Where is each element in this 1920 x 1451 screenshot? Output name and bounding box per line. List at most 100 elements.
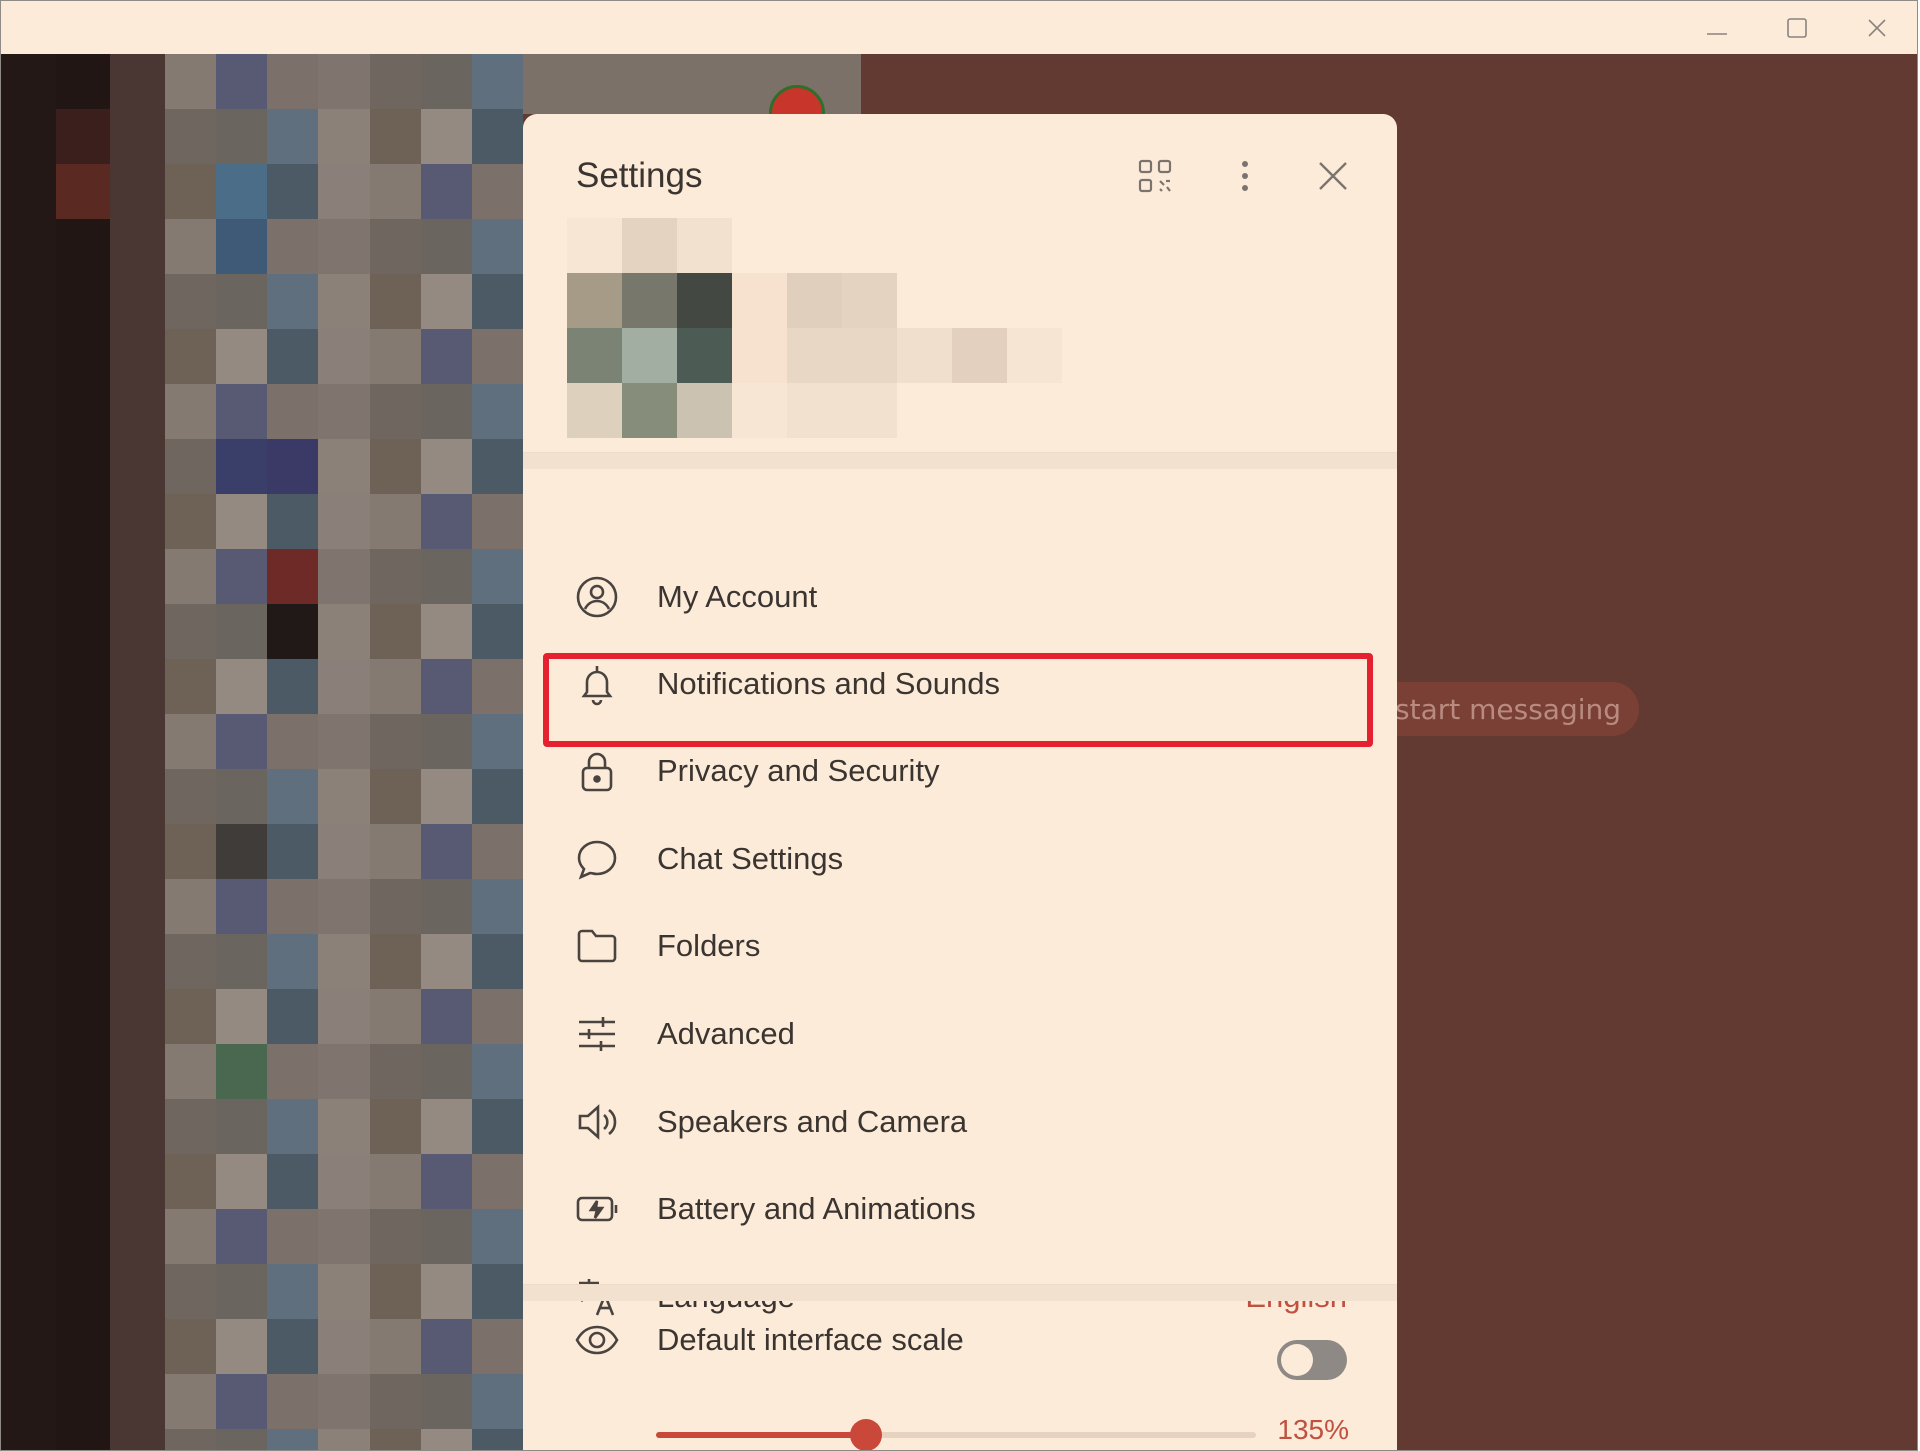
default-scale-toggle[interactable] (1277, 1340, 1347, 1380)
profile-mosaic-cell (952, 218, 1007, 273)
mosaic-cell (318, 1429, 370, 1450)
mosaic-cell (1, 879, 56, 934)
mosaic-cell (1, 109, 56, 164)
mosaic-cell (55, 824, 111, 879)
mosaic-cell (165, 714, 217, 769)
profile-mosaic-cell (677, 218, 732, 273)
mosaic-cell (55, 1429, 111, 1450)
profile-mosaic-cell (897, 273, 952, 328)
section-divider (523, 452, 1397, 469)
mosaic-cell (110, 109, 165, 164)
mosaic-cell (318, 1209, 370, 1264)
mosaic-cell (216, 549, 268, 604)
mosaic-cell (267, 549, 319, 604)
mosaic-cell (318, 659, 370, 714)
profile-card-pixelated[interactable] (567, 218, 1062, 438)
qr-code-button[interactable] (1131, 152, 1179, 200)
mosaic-cell (369, 989, 421, 1044)
mosaic-cell (369, 604, 421, 659)
window-close-button[interactable] (1855, 9, 1899, 47)
close-icon (1868, 19, 1886, 37)
mosaic-cell (471, 1374, 523, 1429)
close-dialog-button[interactable] (1309, 152, 1357, 200)
mosaic-cell (369, 274, 421, 329)
mosaic-cell (165, 879, 217, 934)
mosaic-cell (471, 934, 523, 989)
profile-mosaic-cell (897, 383, 952, 438)
menu-item-battery-animations[interactable]: Battery and Animations (545, 1166, 1375, 1252)
mosaic-cell (1, 1319, 56, 1374)
mosaic-cell (318, 1319, 370, 1374)
mosaic-cell (55, 109, 111, 164)
mosaic-cell (216, 989, 268, 1044)
profile-mosaic-cell (732, 328, 787, 383)
mosaic-cell (318, 714, 370, 769)
mosaic-cell (165, 1374, 217, 1429)
mosaic-cell (110, 54, 165, 109)
menu-item-chat-settings[interactable]: Chat Settings (545, 816, 1375, 902)
mosaic-cell (1, 1264, 56, 1319)
mosaic-cell (55, 1264, 111, 1319)
mosaic-cell (420, 659, 472, 714)
slider-fill (656, 1432, 866, 1438)
mosaic-cell (369, 879, 421, 934)
mosaic-cell (1, 604, 56, 659)
mosaic-cell (267, 439, 319, 494)
more-options-button[interactable] (1221, 152, 1269, 200)
mosaic-cell (369, 824, 421, 879)
menu-item-notifications[interactable]: Notifications and Sounds (545, 641, 1375, 727)
menu-item-privacy-security[interactable]: Privacy and Security (545, 728, 1375, 814)
mosaic-cell (267, 384, 319, 439)
mosaic-cell (471, 1044, 523, 1099)
mosaic-cell (420, 989, 472, 1044)
menu-item-advanced[interactable]: Advanced (545, 991, 1375, 1077)
mosaic-cell (110, 1154, 165, 1209)
mosaic-cell (55, 494, 111, 549)
more-vertical-icon (1242, 161, 1248, 191)
mosaic-cell (420, 1099, 472, 1154)
mosaic-cell (110, 934, 165, 989)
mosaic-cell (369, 1264, 421, 1319)
mosaic-cell (420, 824, 472, 879)
mosaic-cell (165, 1209, 217, 1264)
maximize-button[interactable] (1775, 9, 1819, 47)
mosaic-cell (55, 659, 111, 714)
eye-icon (575, 1318, 619, 1362)
mosaic-cell (369, 1044, 421, 1099)
mosaic-cell (55, 1209, 111, 1264)
interface-scale-slider[interactable] (656, 1419, 1256, 1450)
mosaic-cell (165, 54, 217, 109)
mosaic-cell (318, 164, 370, 219)
mosaic-cell (318, 1044, 370, 1099)
mosaic-cell (216, 1099, 268, 1154)
mosaic-cell (1, 714, 56, 769)
minimize-button[interactable] (1695, 9, 1739, 47)
mosaic-cell (110, 1319, 165, 1374)
profile-mosaic-cell (567, 218, 622, 273)
mosaic-cell (420, 714, 472, 769)
mosaic-cell (55, 164, 111, 219)
mosaic-cell (110, 219, 165, 274)
mosaic-cell (1, 329, 56, 384)
mosaic-cell (165, 1099, 217, 1154)
menu-item-speakers-camera[interactable]: Speakers and Camera (545, 1079, 1375, 1165)
profile-mosaic-cell (1007, 273, 1062, 328)
menu-item-my-account[interactable]: My Account (545, 554, 1375, 640)
mosaic-cell (267, 604, 319, 659)
mosaic-cell (216, 219, 268, 274)
menu-item-label: Chat Settings (657, 841, 844, 876)
mosaic-cell (1, 989, 56, 1044)
mosaic-cell (55, 1099, 111, 1154)
mosaic-cell (471, 329, 523, 384)
mosaic-cell (165, 329, 217, 384)
mosaic-cell (165, 109, 217, 164)
slider-thumb[interactable] (850, 1419, 882, 1450)
mosaic-cell (420, 604, 472, 659)
mosaic-cell (110, 659, 165, 714)
folder-icon (575, 924, 619, 968)
mosaic-cell (1, 219, 56, 274)
profile-mosaic-cell (622, 328, 677, 383)
menu-item-folders[interactable]: Folders (545, 903, 1375, 989)
default-scale-row[interactable]: Default interface scale (545, 1297, 1375, 1383)
speaker-icon (575, 1100, 619, 1144)
